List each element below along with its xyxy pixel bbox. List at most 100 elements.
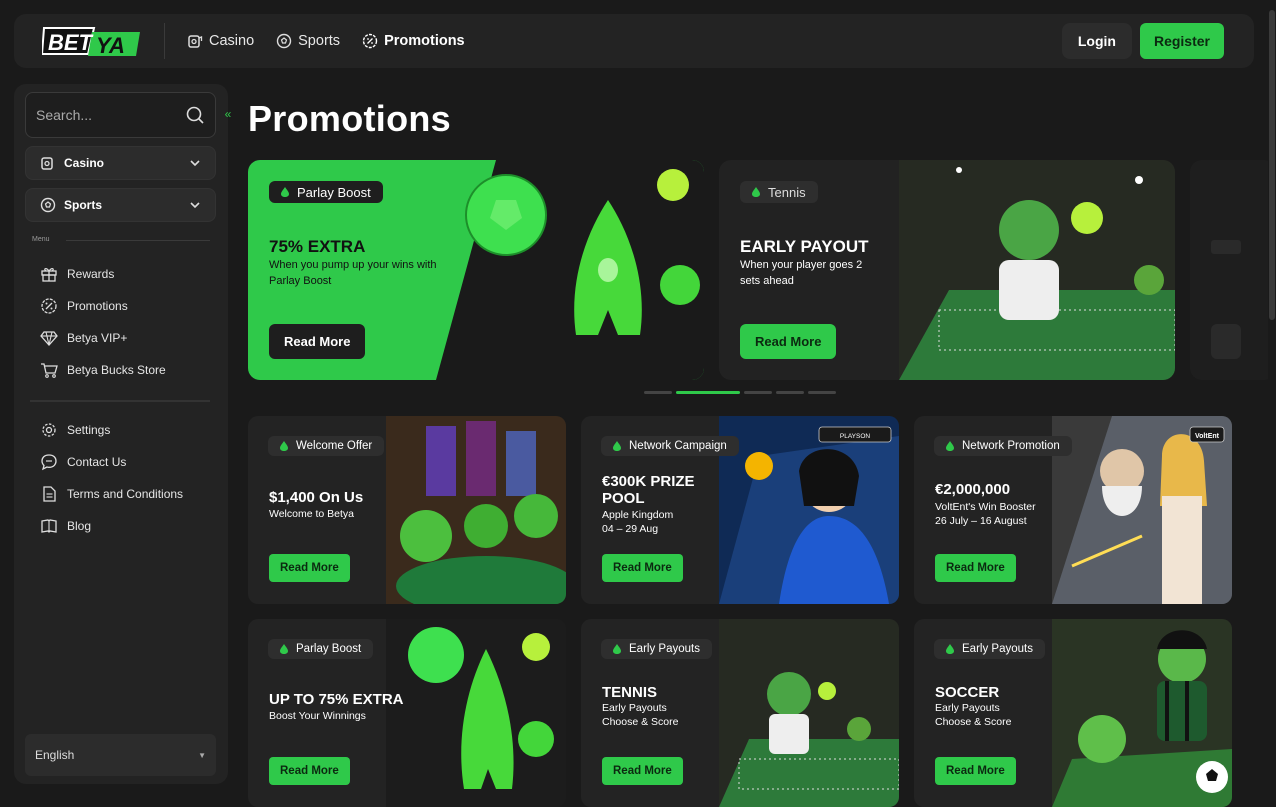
sidebar-item-blog[interactable]: Blog xyxy=(40,517,91,535)
promo-description: Apple Kingdom 04 – 29 Aug xyxy=(602,509,674,535)
carousel-indicator xyxy=(644,391,836,394)
betya-logo[interactable]: BET YA xyxy=(40,24,142,58)
casino-dropdown[interactable]: Casino xyxy=(25,146,216,180)
nav-sports[interactable]: Sports xyxy=(276,33,340,49)
promo-tag-label: Parlay Boost xyxy=(296,643,362,655)
nav-promotions[interactable]: Promotions xyxy=(362,33,465,49)
nav-casino[interactable]: Casino xyxy=(187,33,254,49)
casino-icon xyxy=(188,35,203,48)
search-icon[interactable] xyxy=(185,105,205,125)
promo-card-parlay-boost[interactable]: Parlay Boost UP TO 75% EXTRA Boost Your … xyxy=(248,619,566,807)
read-more-button[interactable]: Read More xyxy=(602,554,683,582)
scrollbar-thumb[interactable] xyxy=(1269,10,1275,320)
flame-icon xyxy=(613,441,621,451)
carousel-dot[interactable] xyxy=(808,391,836,394)
page-scrollbar[interactable] xyxy=(1268,0,1276,798)
read-more-button[interactable]: Read More xyxy=(602,757,683,785)
promo-card-network-campaign[interactable]: PLAYSON Network Campaign €300K PRIZE POO… xyxy=(581,416,899,604)
flame-icon xyxy=(613,644,621,654)
sidebar-item-label: Blog xyxy=(67,519,92,533)
promo-card-tennis[interactable]: Early Payouts TENNIS Early Payouts Choos… xyxy=(581,619,899,807)
menu-divider xyxy=(66,240,210,241)
promo-title: €2,000,000 xyxy=(935,481,1011,498)
promo-description: VoltEnt's Win Booster 26 July – 16 Augus… xyxy=(935,501,1036,527)
header-divider xyxy=(164,23,165,59)
language-label: English xyxy=(35,748,75,762)
language-select[interactable]: English ▼ xyxy=(25,734,216,776)
gear-icon xyxy=(42,423,56,437)
promo-card-network-promotion[interactable]: VoltEnt Network Promotion €2,000,000 Vol… xyxy=(914,416,1232,604)
flame-icon xyxy=(752,187,760,197)
promo-description: Welcome to Betya xyxy=(269,508,355,520)
tennis-art xyxy=(899,160,1175,380)
promo-title: UP TO 75% EXTRA xyxy=(269,691,404,708)
sidebar-item-vip[interactable]: Betya VIP+ xyxy=(40,329,127,347)
cart-icon xyxy=(41,363,58,378)
sidebar-item-label: Betya Bucks Store xyxy=(67,363,166,377)
hero-card-parlay-boost[interactable]: Parlay Boost 75% EXTRA When you pump up … xyxy=(248,160,704,380)
collapse-sidebar-icon[interactable]: « xyxy=(218,104,238,124)
search-input[interactable] xyxy=(36,107,176,123)
read-more-button[interactable]: Read More xyxy=(935,757,1016,785)
hero-card-next[interactable] xyxy=(1190,160,1276,380)
hero-tag: Tennis xyxy=(740,181,818,203)
sidebar-item-contact[interactable]: Contact Us xyxy=(40,453,126,471)
promo-description: Boost Your Winnings xyxy=(269,710,366,722)
sidebar-item-rewards[interactable]: Rewards xyxy=(40,265,114,283)
top-bar: BET YA Casino Sports Promotions Login Re… xyxy=(14,14,1254,68)
promo-card-welcome[interactable]: Welcome Offer $1,400 On Us Welcome to Be… xyxy=(248,416,566,604)
sidebar-item-label: Terms and Conditions xyxy=(67,487,184,501)
main-nav: Casino Sports Promotions xyxy=(187,33,465,49)
sidebar-item-store[interactable]: Betya Bucks Store xyxy=(40,361,166,379)
voltent-badge: VoltEnt xyxy=(1195,433,1220,440)
read-more-button[interactable]: Read More xyxy=(269,554,350,582)
flame-icon xyxy=(280,441,288,451)
sidebar-item-terms[interactable]: Terms and Conditions xyxy=(40,485,183,503)
auth-buttons: Login Register xyxy=(1061,23,1224,59)
read-more-button[interactable] xyxy=(1211,324,1241,359)
read-more-button[interactable]: Read More xyxy=(269,324,366,359)
hero-description: When your player goes 2 sets ahead xyxy=(740,259,863,287)
sidebar-item-label: Contact Us xyxy=(67,455,127,469)
soccer-ball-icon xyxy=(276,33,292,49)
soccer-art xyxy=(1052,619,1232,807)
sidebar-item-promotions[interactable]: Promotions xyxy=(40,297,128,315)
nav-sports-label: Sports xyxy=(298,33,341,49)
chevron-down-icon xyxy=(190,160,200,167)
promo-tag: Early Payouts xyxy=(601,639,712,659)
sidebar-item-label: Settings xyxy=(67,423,111,437)
promo-tag-label: Early Payouts xyxy=(629,643,700,655)
gods-art: VoltEnt xyxy=(1052,416,1232,604)
carousel-dot[interactable] xyxy=(644,391,672,394)
sidebar-item-settings[interactable]: Settings xyxy=(40,421,110,439)
read-more-button[interactable]: Read More xyxy=(740,324,837,359)
hero-title-placeholder xyxy=(1211,240,1241,254)
promo-title: $1,400 On Us xyxy=(269,489,364,506)
hero-tag-label: Parlay Boost xyxy=(297,184,371,200)
sports-dropdown[interactable]: Sports xyxy=(25,188,216,222)
document-icon xyxy=(43,486,56,502)
promo-title: SOCCER xyxy=(935,684,1000,701)
chat-icon xyxy=(41,454,57,471)
hero-card-tennis[interactable]: Tennis EARLY PAYOUT When your player goe… xyxy=(719,160,1175,380)
promo-tag-label: Early Payouts xyxy=(962,643,1033,655)
carousel-dot-active[interactable] xyxy=(676,391,740,394)
read-more-button[interactable]: Read More xyxy=(935,554,1016,582)
read-more-button[interactable]: Read More xyxy=(269,757,350,785)
promo-tag: Early Payouts xyxy=(934,639,1045,659)
carousel-dot[interactable] xyxy=(776,391,804,394)
sidebar: « Casino Sports Menu Rewards Promotions … xyxy=(14,84,231,784)
promo-tag-label: Network Promotion xyxy=(962,440,1060,452)
rocket-art xyxy=(386,619,566,807)
promo-title: TENNIS xyxy=(602,684,658,701)
register-button[interactable]: Register xyxy=(1139,23,1224,59)
promo-card-soccer[interactable]: Early Payouts SOCCER Early Payouts Choos… xyxy=(914,619,1232,807)
search-box[interactable] xyxy=(25,92,216,138)
sidebar-item-label: Rewards xyxy=(67,267,115,281)
login-button[interactable]: Login xyxy=(1061,23,1132,59)
svg-text:YA: YA xyxy=(96,33,125,58)
promo-tag: Parlay Boost xyxy=(268,639,374,659)
carousel-dot[interactable] xyxy=(744,391,772,394)
rocket-art xyxy=(465,169,700,335)
promo-description: Early Payouts Choose & Score xyxy=(602,702,679,728)
